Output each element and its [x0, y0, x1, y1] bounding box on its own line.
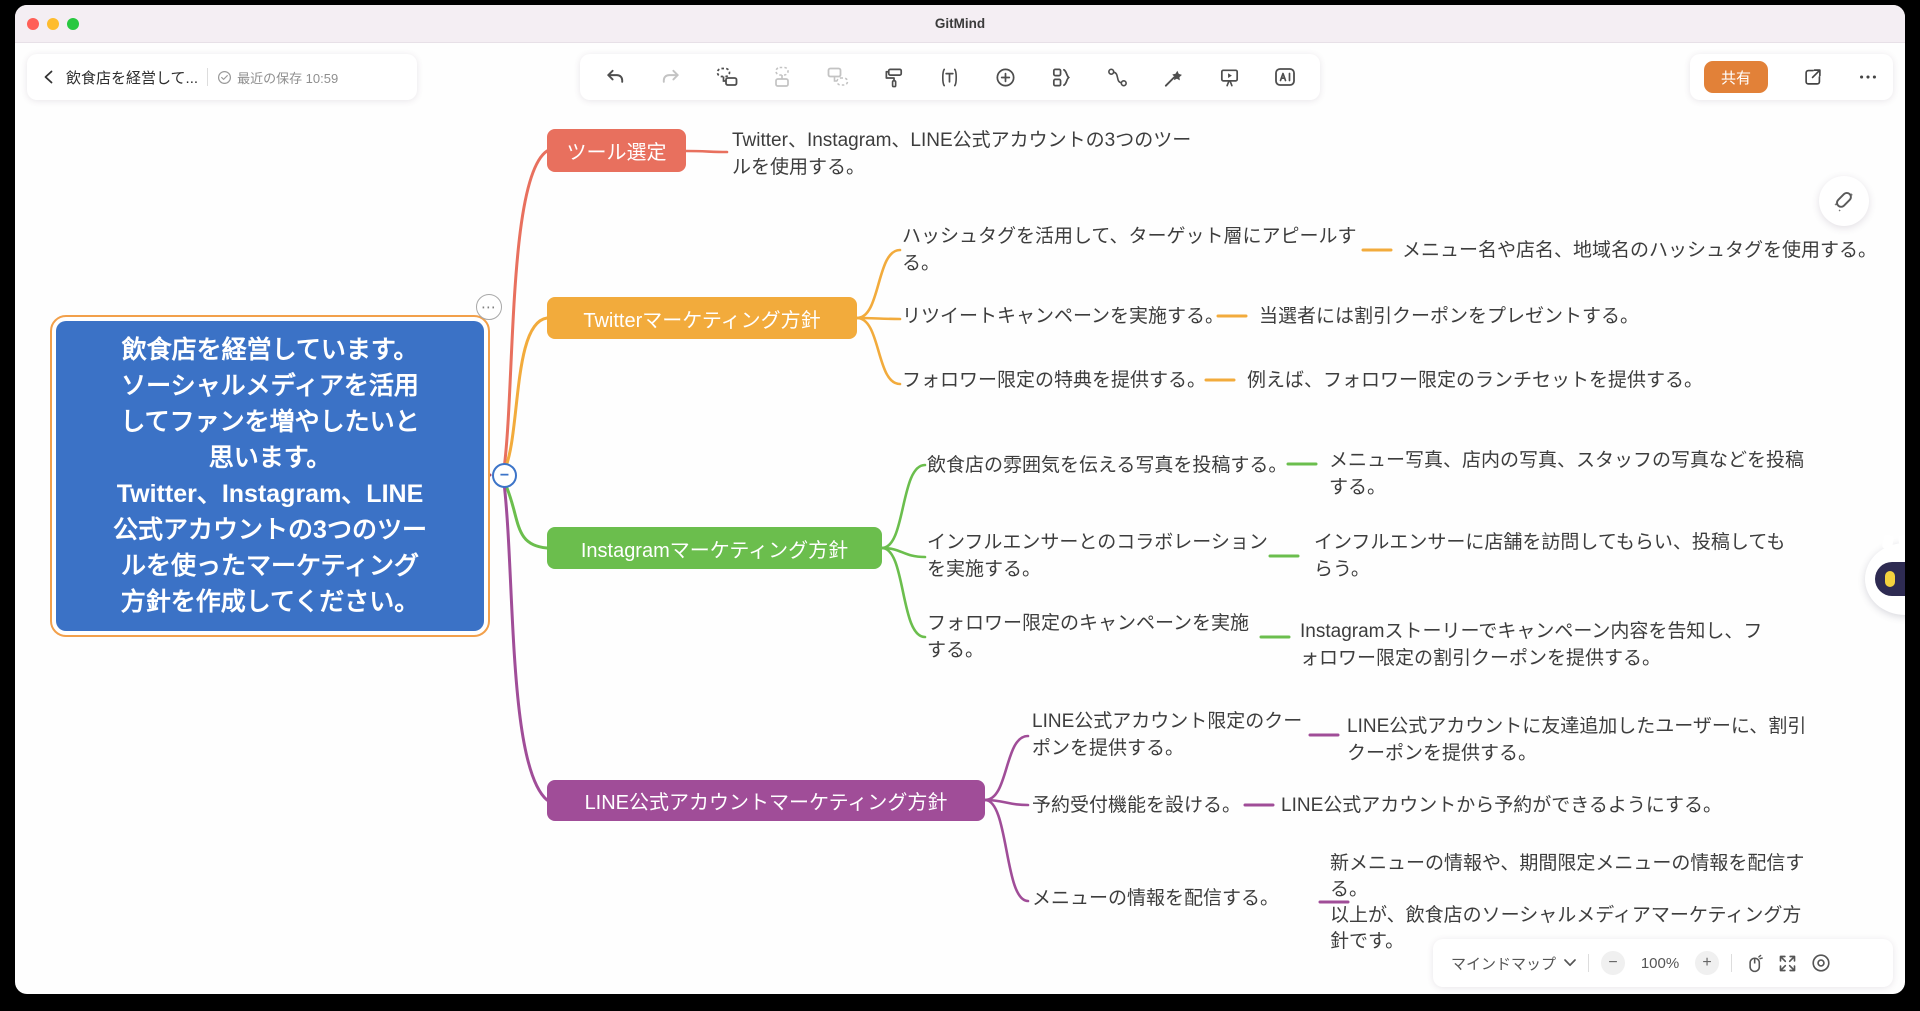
eye-icon: [1810, 952, 1832, 974]
insert-text-button[interactable]: [933, 60, 967, 94]
format-painter-icon: [883, 66, 906, 89]
subtopic-text[interactable]: LINE公式アカウント限定のクー ポンを提供する。: [1032, 708, 1302, 762]
insert-parent-node-icon: [770, 65, 794, 89]
subtopic-text[interactable]: フォロワー限定のキャンペーンを実施 する。: [927, 610, 1249, 664]
summary-icon: [1050, 66, 1073, 89]
redo-button[interactable]: [654, 60, 688, 94]
titlebar: GitMind: [15, 5, 1905, 43]
chevron-left-icon: [41, 69, 57, 85]
divider: [1588, 954, 1589, 972]
fit-screen-button[interactable]: [1777, 953, 1798, 974]
insert-sibling-node-icon: [715, 65, 739, 89]
collapse-branch-button[interactable]: −: [492, 463, 517, 488]
presentation-icon: [1218, 66, 1241, 89]
mascot-face: [1875, 562, 1905, 596]
share-toolbar: 共有: [1690, 54, 1893, 100]
plus-circle-icon: [994, 66, 1017, 89]
magic-wand-icon: [1162, 66, 1185, 89]
presentation-button[interactable]: [1212, 60, 1246, 94]
topic-tool-selection[interactable]: ツール選定: [547, 129, 686, 172]
chevron-down-icon: [1564, 959, 1576, 967]
ai-icon: [1273, 65, 1297, 89]
redo-icon: [659, 66, 682, 89]
relationship-icon: [1106, 66, 1129, 89]
subtopic-text[interactable]: メニューの情報を配信する。: [1032, 885, 1279, 912]
save-status-label: 最近の保存 10:59: [237, 68, 338, 87]
topic-twitter[interactable]: Twitterマーケティング方針: [547, 297, 857, 339]
app-title: GitMind: [15, 16, 1905, 31]
topic-instagram[interactable]: Instagramマーケティング方針: [547, 527, 882, 569]
save-status: 最近の保存 10:59: [217, 68, 338, 87]
ai-assistant-button[interactable]: [1268, 60, 1302, 94]
detail-text[interactable]: メニュー写真、店内の写真、スタッフの写真などを投稿 する。: [1329, 447, 1804, 501]
subtopic-text[interactable]: ハッシュタグを活用して、ターゲット層にアピールす る。: [902, 223, 1356, 277]
drag-mode-button[interactable]: [1744, 953, 1765, 974]
divider: [207, 68, 208, 86]
view-mode-select[interactable]: マインドマップ: [1451, 953, 1576, 974]
subtopic-text[interactable]: 予約受付機能を設ける。: [1032, 792, 1241, 819]
detail-text[interactable]: LINE公式アカウントから予約ができるようにする。: [1281, 792, 1722, 819]
text-icon: [938, 66, 961, 89]
zoom-out-button[interactable]: −: [1601, 951, 1625, 975]
more-options-button[interactable]: [1857, 66, 1879, 88]
topic-line[interactable]: LINE公式アカウントマーケティング方針: [547, 780, 985, 821]
view-controls: マインドマップ − 100% +: [1433, 939, 1893, 987]
detail-text[interactable]: LINE公式アカウントに友達追加したユーザーに、割引 クーポンを提供する。: [1347, 713, 1806, 767]
detail-text[interactable]: インフルエンサーに店舗を訪問してもらい、投稿しても らう。: [1314, 529, 1785, 583]
undo-button[interactable]: [598, 60, 632, 94]
format-painter-button[interactable]: [877, 60, 911, 94]
insert-child-node-button[interactable]: [821, 60, 855, 94]
screen: GitMind 飲食店を経営して... 最近の保存 10:59: [0, 0, 1920, 1011]
root-more-button[interactable]: ⋯: [476, 294, 502, 320]
detail-text[interactable]: Instagramストーリーでキャンペーン内容を告知し、フ ォロワー限定の割引ク…: [1300, 618, 1762, 672]
subtopic-text[interactable]: Twitter、Instagram、LINE公式アカウントの3つのツー ルを使用…: [732, 127, 1191, 181]
detail-text[interactable]: 例えば、フォロワー限定のランチセットを提供する。: [1247, 367, 1703, 394]
detail-text[interactable]: メニュー名や店名、地域名のハッシュタグを使用する。: [1402, 237, 1877, 264]
export-button[interactable]: [1802, 66, 1824, 88]
mouse-icon: [1744, 953, 1765, 974]
mascot-ear: [1882, 534, 1895, 550]
export-icon: [1802, 66, 1824, 88]
subtopic-text[interactable]: リツイートキャンペーンを実施する。: [902, 303, 1224, 330]
gitmind-window: GitMind 飲食店を経営して... 最近の保存 10:59: [15, 5, 1905, 994]
share-button[interactable]: 共有: [1704, 61, 1768, 93]
gitmind-mascot[interactable]: [1865, 543, 1905, 615]
focus-mode-button[interactable]: [1810, 952, 1832, 974]
document-header: 飲食店を経営して... 最近の保存 10:59: [27, 54, 417, 100]
ellipsis-icon: [1857, 66, 1879, 88]
subtopic-text[interactable]: フォロワー限定の特典を提供する。: [902, 367, 1206, 394]
root-topic-text: 飲食店を経営しています。 ソーシャルメディアを活用 してファンを増やしたいと 思…: [56, 321, 484, 631]
view-mode-label: マインドマップ: [1451, 953, 1556, 974]
style-button[interactable]: [1819, 176, 1869, 226]
zoom-level: 100%: [1637, 955, 1683, 972]
divider: [1731, 954, 1732, 972]
main-toolbar: [580, 54, 1320, 100]
zoom-in-button[interactable]: +: [1695, 951, 1719, 975]
root-topic[interactable]: 飲食店を経営しています。 ソーシャルメディアを活用 してファンを増やしたいと 思…: [50, 315, 490, 637]
insert-parent-node-button[interactable]: [765, 60, 799, 94]
ai-beautify-button[interactable]: [1156, 60, 1190, 94]
saved-check-icon: [217, 70, 232, 85]
subtopic-text[interactable]: 飲食店の雰囲気を伝える写真を投稿する。: [927, 452, 1287, 479]
back-button[interactable]: [41, 69, 57, 85]
insert-sibling-node-button[interactable]: [710, 60, 744, 94]
summary-button[interactable]: [1045, 60, 1079, 94]
subtopic-text[interactable]: インフルエンサーとのコラボレーション を実施する。: [927, 529, 1268, 583]
insert-node-button[interactable]: [989, 60, 1023, 94]
detail-text[interactable]: 当選者には割引クーポンをプレゼントする。: [1259, 303, 1639, 330]
undo-icon: [604, 66, 627, 89]
relationship-button[interactable]: [1100, 60, 1134, 94]
expand-icon: [1777, 953, 1798, 974]
insert-child-node-icon: [826, 65, 850, 89]
mascot-eye: [1885, 571, 1895, 587]
document-title[interactable]: 飲食店を経営して...: [66, 67, 198, 88]
style-brush-icon: [1831, 188, 1857, 214]
mascot-ear: [1898, 534, 1905, 550]
